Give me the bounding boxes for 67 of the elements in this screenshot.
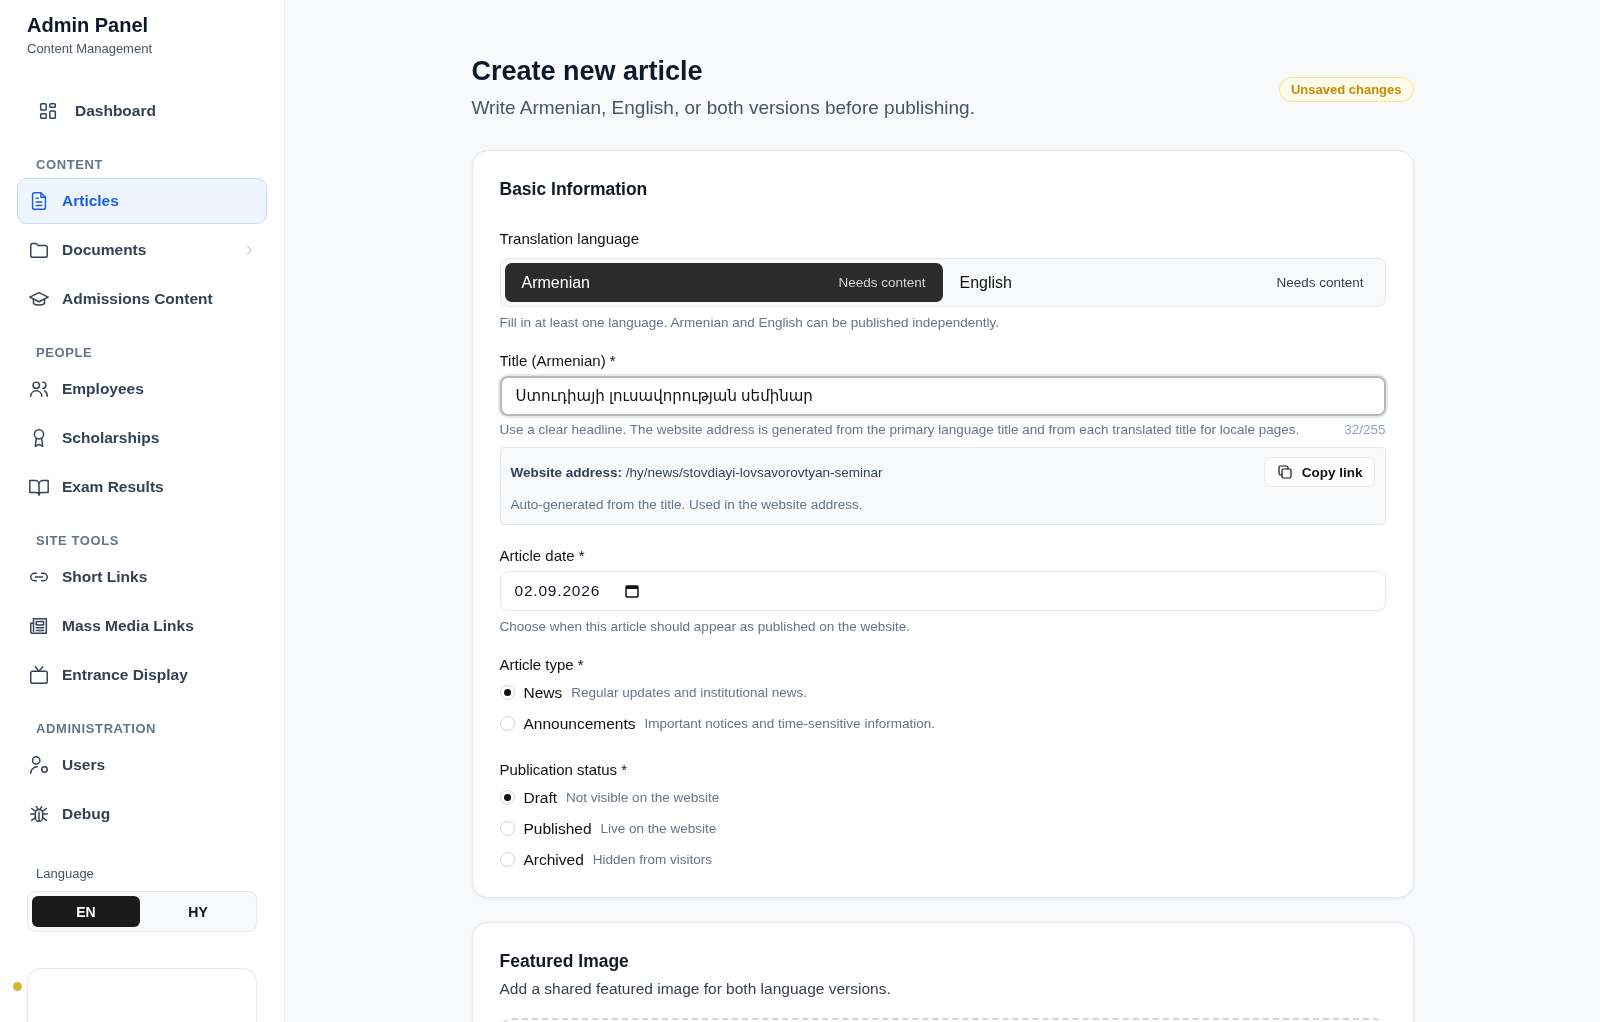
sidebar-item[interactable]: Documents — [17, 227, 267, 273]
app-title: Admin Panel — [27, 14, 150, 37]
radio-label: Published — [523, 819, 592, 838]
title-field[interactable]: Ստուդիայի լուսավորության սեմինար — [499, 376, 1386, 416]
radio-description: Not visible on the website — [566, 790, 720, 805]
radio-description: Important notices and time-sensitive information. — [644, 716, 935, 731]
sidebar-item[interactable]: Admissions Content — [17, 276, 267, 322]
card-description: Add a shared featured image for both language versions. — [499, 980, 892, 998]
address-note: Auto-generated from the title. Used in the website address. — [510, 497, 864, 512]
tv-icon — [28, 664, 50, 686]
sidebar-item[interactable]: Debug — [17, 791, 267, 837]
radio-button[interactable] — [499, 716, 515, 731]
card-heading: Featured Image — [499, 951, 630, 972]
calendar-icon[interactable] — [624, 583, 641, 599]
sidebar-item[interactable]: Employees — [17, 366, 267, 412]
section-heading: PEOPLE — [35, 345, 94, 360]
page-subtitle: Write Armenian, English, or both versions before publishing. — [471, 97, 975, 119]
copy-link-button[interactable]: Copy link — [1263, 457, 1375, 487]
field-label: Article date * — [499, 547, 586, 564]
language-tab[interactable]: English Needs content — [942, 263, 1381, 302]
radio-button[interactable] — [499, 790, 515, 805]
sidebar-item[interactable]: Entrance Display — [17, 652, 267, 698]
radio-description: Regular updates and institutional news. — [571, 685, 807, 700]
app-subtitle: Content Management — [27, 41, 154, 56]
hint-text: Use a clear headline. The website address is generated from the primary language title and from each translated title for locale pages. — [499, 422, 1300, 437]
sidebar-item[interactable]: Scholarships — [17, 415, 267, 461]
radio-button[interactable] — [499, 852, 515, 867]
grid-icon — [37, 100, 59, 122]
field-label: Article type * — [499, 656, 585, 673]
radio-description: Live on the website — [600, 821, 717, 836]
date-field[interactable]: 02.09.2026 — [499, 571, 1386, 611]
language-option[interactable]: HY — [144, 896, 252, 927]
radio-label: Archived — [523, 850, 584, 869]
radio-label: News — [523, 683, 563, 702]
copy-icon — [1275, 463, 1294, 481]
radio-button[interactable] — [499, 685, 515, 700]
field-label: Translation language — [499, 230, 641, 247]
radio-label: Draft — [523, 788, 558, 807]
section-heading: ADMINISTRATION — [35, 721, 158, 736]
field-label: Title (Armenian) * — [499, 352, 617, 369]
language-option[interactable]: EN — [32, 896, 140, 927]
section-heading: SITE TOOLS — [35, 533, 121, 548]
character-counter: 32/255 — [1344, 422, 1386, 437]
sidebar-item[interactable]: Mass Media Links — [17, 603, 267, 649]
hint-text: Fill in at least one language. Armenian and English can be published independently. — [499, 315, 1001, 330]
radio-label: Announcements — [523, 714, 636, 733]
user-gear-icon — [28, 754, 50, 776]
website-address: Website address: /hy/news/stovdiayi-lovsavorovtyan-seminar — [510, 464, 883, 480]
language-label: Language — [35, 866, 95, 881]
sidebar-item[interactable]: Users — [17, 742, 267, 788]
radio-button[interactable] — [499, 821, 515, 836]
field-label: Publication status * — [499, 761, 629, 778]
sidebar-item[interactable]: Exam Results — [17, 464, 267, 510]
sidebar-item[interactable]: Short Links — [17, 554, 267, 600]
section-heading: CONTENT — [35, 157, 105, 172]
newspaper-icon — [28, 615, 50, 637]
bug-icon — [28, 803, 50, 825]
sidebar-item[interactable]: Dashboard — [17, 88, 267, 134]
card-heading: Basic Information — [499, 179, 649, 200]
sidebar-item[interactable]: Articles — [17, 178, 267, 224]
page-title: Create new article — [471, 56, 704, 87]
radio-description: Hidden from visitors — [592, 852, 713, 867]
status-badge: Unsaved changes — [1278, 77, 1414, 102]
people-icon — [28, 378, 50, 400]
status-dot — [13, 982, 22, 991]
language-tab[interactable]: Armenian Needs content — [504, 263, 943, 302]
hint-text: Choose when this article should appear as published on the website. — [499, 619, 911, 634]
